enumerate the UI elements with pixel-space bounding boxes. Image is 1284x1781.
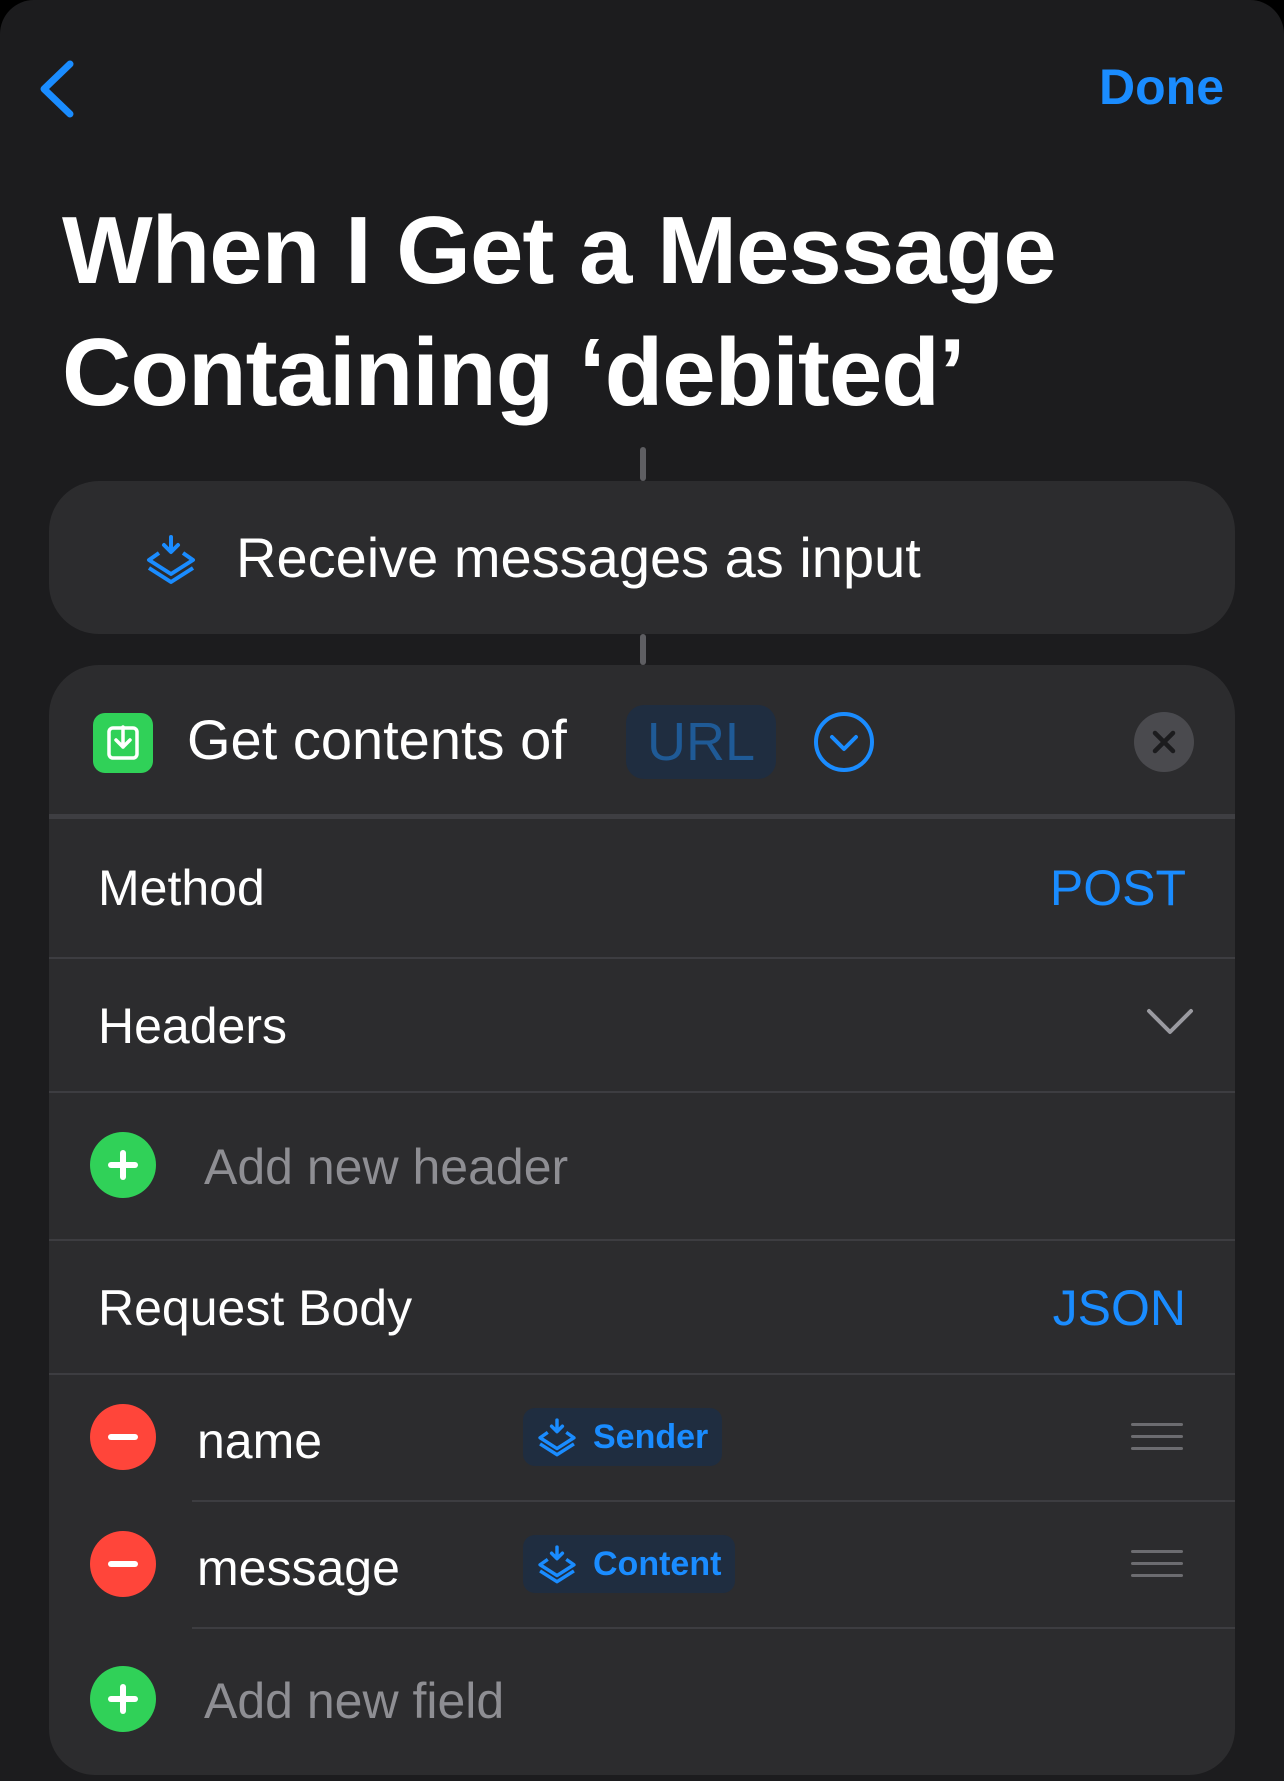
page-title: When I Get a Message Containing ‘debited…: [62, 197, 1057, 426]
flow-connector: [640, 447, 646, 481]
action-title: Get contents of: [187, 708, 567, 771]
navigation-bar: Done: [0, 0, 1284, 160]
body-field-row: message Content: [49, 1501, 1235, 1628]
expand-button[interactable]: [812, 710, 876, 774]
done-button[interactable]: Done: [1099, 58, 1224, 116]
action-header: Get contents of URL: [49, 665, 1235, 815]
variable-label: Content: [593, 1544, 722, 1583]
add-header-placeholder[interactable]: Add new header: [204, 1138, 568, 1196]
add-header-button[interactable]: [90, 1132, 156, 1198]
flow-connector: [640, 634, 646, 665]
method-row[interactable]: Method POST: [49, 819, 1235, 957]
back-button[interactable]: [30, 52, 90, 124]
field-key[interactable]: name: [197, 1412, 322, 1470]
add-header-row: Add new header: [49, 1092, 1235, 1239]
variable-label: Sender: [593, 1417, 709, 1456]
shortcuts-input-icon: [147, 535, 195, 584]
body-field-row: name Sender: [49, 1374, 1235, 1501]
chevron-down-icon[interactable]: [1145, 1006, 1195, 1038]
chevron-left-icon: [40, 60, 74, 118]
request-body-label: Request Body: [98, 1280, 413, 1336]
request-body-row[interactable]: Request Body JSON: [49, 1240, 1235, 1373]
variable-pill-sender[interactable]: Sender: [523, 1408, 723, 1466]
request-body-value[interactable]: JSON: [1053, 1279, 1186, 1337]
shortcuts-input-icon: [538, 1545, 576, 1584]
remove-action-button[interactable]: [1134, 712, 1194, 772]
add-field-button[interactable]: [90, 1666, 156, 1732]
chevron-circle-down-icon: [814, 712, 874, 772]
close-icon: [1152, 730, 1176, 754]
method-value[interactable]: POST: [1050, 859, 1186, 917]
reorder-handle-icon[interactable]: [1131, 1550, 1183, 1580]
shortcuts-input-icon: [538, 1418, 576, 1457]
remove-field-button[interactable]: [90, 1531, 156, 1597]
url-parameter[interactable]: URL: [626, 705, 776, 779]
headers-label: Headers: [98, 998, 287, 1054]
reorder-handle-icon[interactable]: [1131, 1423, 1183, 1453]
trigger-card[interactable]: Receive messages as input: [49, 481, 1235, 634]
trigger-label: Receive messages as input: [236, 526, 921, 589]
headers-row[interactable]: Headers: [49, 958, 1235, 1092]
shortcut-editor-screen: Done When I Get a Message Containing ‘de…: [0, 0, 1284, 1781]
variable-pill-content[interactable]: Content: [523, 1535, 736, 1593]
get-contents-action-card: Get contents of URL Method POST Headers …: [49, 665, 1235, 1775]
add-field-placeholder[interactable]: Add new field: [204, 1672, 504, 1730]
method-label: Method: [98, 860, 265, 916]
remove-field-button[interactable]: [90, 1404, 156, 1470]
field-key[interactable]: message: [197, 1539, 400, 1597]
add-field-row: Add new field: [49, 1628, 1235, 1775]
download-icon: [93, 713, 153, 773]
